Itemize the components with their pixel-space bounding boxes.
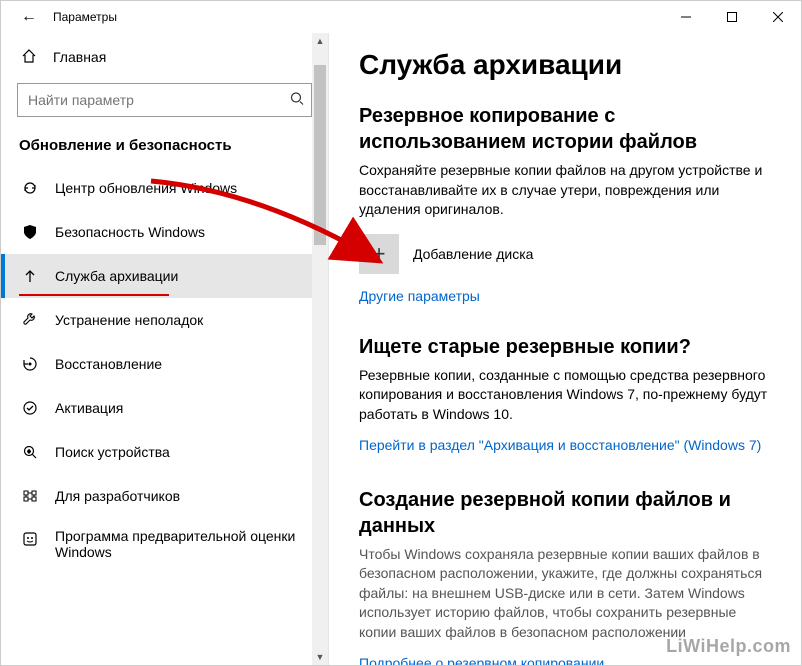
plus-icon: +: [359, 234, 399, 274]
wrench-icon: [21, 311, 39, 329]
sidebar-home[interactable]: Главная: [1, 37, 328, 77]
nav-label: Служба архивации: [55, 268, 328, 284]
titlebar: ← Параметры: [1, 1, 801, 33]
content: Служба архивации Резервное копирование с…: [329, 33, 801, 665]
nav-label: Центр обновления Windows: [55, 180, 328, 196]
section-create-backup-title: Создание резервной копии файлов и данных: [359, 487, 777, 539]
sidebar-item-developers[interactable]: Для разработчиков: [1, 474, 328, 518]
create-backup-link[interactable]: Подробнее о резервном копировании: [359, 655, 604, 665]
window-title: Параметры: [53, 10, 117, 24]
sidebar-item-activation[interactable]: Активация: [1, 386, 328, 430]
search-wrap: [17, 83, 312, 117]
watermark: LiWiHelp.com: [666, 636, 791, 657]
home-icon: [21, 48, 37, 67]
old-backups-link[interactable]: Перейти в раздел "Архивация и восстановл…: [359, 437, 761, 453]
nav-label: Устранение неполадок: [55, 312, 328, 328]
nav-label: Безопасность Windows: [55, 224, 328, 240]
sidebar-item-windows-security[interactable]: Безопасность Windows: [1, 210, 328, 254]
nav-label: Поиск устройства: [55, 444, 328, 460]
section-file-history-title: Резервное копирование с использованием и…: [359, 103, 777, 155]
sidebar-item-insider[interactable]: Программа предварительной оценки Windows: [1, 518, 328, 570]
sidebar-item-windows-update[interactable]: Центр обновления Windows: [1, 166, 328, 210]
scrollbar-thumb[interactable]: [314, 65, 326, 245]
close-button[interactable]: [755, 1, 801, 33]
nav-label: Активация: [55, 400, 328, 416]
sync-icon: [21, 179, 39, 197]
activation-icon: [21, 399, 39, 417]
more-options-link[interactable]: Другие параметры: [359, 288, 480, 304]
nav-label: Программа предварительной оценки Windows: [55, 528, 328, 560]
sidebar-group-header: Обновление и безопасность: [1, 129, 328, 166]
nav-label: Восстановление: [55, 356, 328, 372]
backup-icon: [21, 267, 39, 285]
scroll-up-icon[interactable]: ▲: [312, 33, 328, 49]
section-create-backup-body: Чтобы Windows сохраняла резервные копии …: [359, 545, 777, 643]
search-input[interactable]: [17, 83, 312, 117]
sidebar-item-recovery[interactable]: Восстановление: [1, 342, 328, 386]
section-old-backups-title: Ищете старые резервные копии?: [359, 334, 777, 360]
scroll-down-icon[interactable]: ▼: [312, 649, 328, 665]
find-device-icon: [21, 443, 39, 461]
add-drive-button[interactable]: + Добавление диска: [359, 234, 777, 274]
section-old-backups-body: Резервные копии, созданные с помощью сре…: [359, 366, 777, 425]
shield-icon: [21, 223, 39, 241]
sidebar-home-label: Главная: [53, 49, 106, 65]
sidebar-item-find-device[interactable]: Поиск устройства: [1, 430, 328, 474]
nav-label: Для разработчиков: [55, 488, 328, 504]
add-drive-label: Добавление диска: [413, 246, 533, 262]
section-file-history-body: Сохраняйте резервные копии файлов на дру…: [359, 161, 777, 220]
minimize-button[interactable]: [663, 1, 709, 33]
insider-icon: [21, 530, 39, 548]
sidebar-scrollbar[interactable]: ▲ ▼: [312, 33, 328, 665]
maximize-button[interactable]: [709, 1, 755, 33]
back-button[interactable]: ←: [9, 1, 49, 33]
page-title: Служба архивации: [359, 49, 777, 81]
sidebar-item-backup[interactable]: Служба архивации: [1, 254, 328, 298]
recovery-icon: [21, 355, 39, 373]
sidebar: Главная Обновление и безопасность Центр …: [1, 33, 329, 665]
sidebar-item-troubleshoot[interactable]: Устранение неполадок: [1, 298, 328, 342]
red-underline-annotation: [19, 294, 169, 296]
developers-icon: [21, 487, 39, 505]
